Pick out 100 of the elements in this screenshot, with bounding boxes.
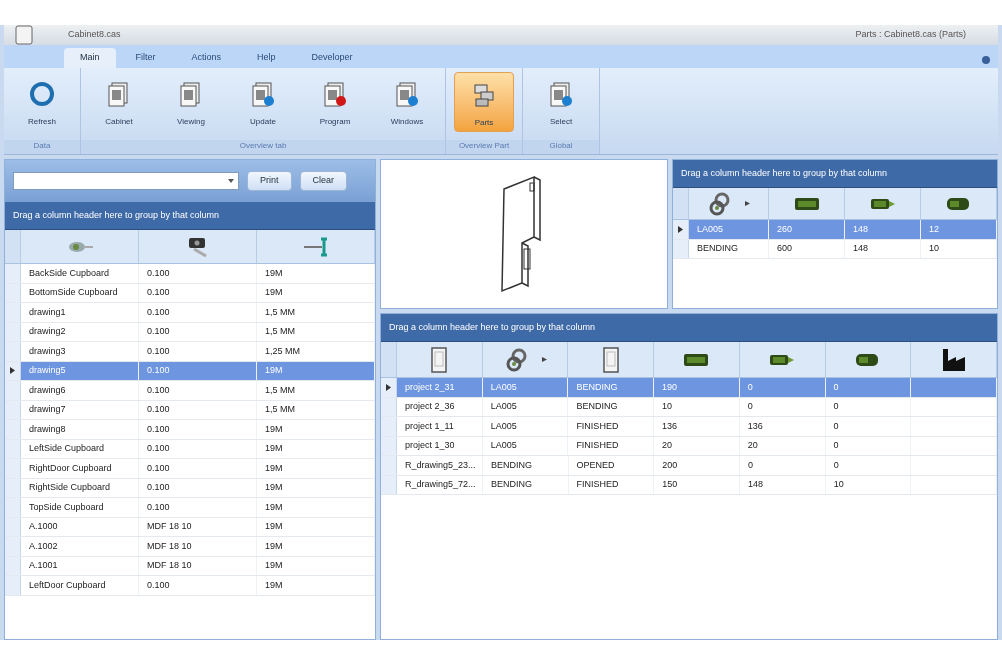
table-cell: R_drawing5_72... xyxy=(396,475,483,494)
table-row[interactable]: A.1000 MDF 18 10 19M xyxy=(5,517,375,537)
group-by-bar: Drag a column header here to group by that column xyxy=(5,202,375,230)
ribbon-button[interactable]: Parts xyxy=(454,72,514,132)
table-cell: 0 xyxy=(825,456,912,475)
help-icon[interactable] xyxy=(982,56,990,64)
ribbon-button[interactable]: Viewing xyxy=(161,72,221,132)
group-by-bar: Drag a column header here to group by that column xyxy=(673,160,997,188)
tag-icon xyxy=(769,352,796,367)
ribbon-tab[interactable]: Filter xyxy=(119,48,172,68)
table-row[interactable]: RightDoor Cupboard 0.100 19M xyxy=(5,459,375,479)
ribbon-button[interactable]: Windows xyxy=(377,72,437,132)
ribbon-group-label: Data xyxy=(4,140,80,154)
table-row[interactable]: R_drawing5_72... BENDING FINISHED 150 148 10 xyxy=(381,475,997,495)
document-icon xyxy=(321,80,349,108)
table-cell: 0 xyxy=(825,378,912,397)
table-cell: BENDING xyxy=(568,378,655,397)
table-cell: 200 xyxy=(654,456,740,475)
table-cell: BENDING xyxy=(568,397,655,416)
app-icon xyxy=(13,25,35,45)
table-cell: 19M xyxy=(257,283,375,302)
table-cell: 0.100 xyxy=(139,264,257,283)
table-row[interactable]: drawing6 0.100 1,5 MM xyxy=(5,381,375,401)
table-cell: 0.100 xyxy=(139,342,257,361)
table-cell: 0 xyxy=(825,397,912,416)
table-row[interactable]: TopSide Cupboard 0.100 19M xyxy=(5,498,375,518)
table-cell: 0.100 xyxy=(139,381,257,400)
dropdown-arrow-icon xyxy=(228,179,234,183)
block-icon xyxy=(683,352,710,367)
table-cell: 0 xyxy=(739,456,826,475)
table-cell: 20 xyxy=(739,436,826,455)
table-row[interactable]: drawing2 0.100 1,5 MM xyxy=(5,322,375,342)
table-row[interactable]: LeftDoor Cupboard 0.100 19M xyxy=(5,576,375,596)
table-row[interactable]: RightSide Cupboard 0.100 19M xyxy=(5,478,375,498)
table-row[interactable]: R_drawing5_23... BENDING OPENED 200 0 0 xyxy=(381,456,997,476)
table-cell: 0.100 xyxy=(139,400,257,419)
table-cell: drawing5 xyxy=(21,361,139,380)
ruler-icon xyxy=(301,236,330,257)
table-row[interactable]: A.1001 MDF 18 10 19M xyxy=(5,556,375,576)
table-cell: 0.100 xyxy=(139,303,257,322)
toolbar-button[interactable]: Clear xyxy=(299,171,348,191)
table-row[interactable]: drawing3 0.100 1,25 MM xyxy=(5,342,375,362)
table-cell: project 2_31 xyxy=(396,378,483,397)
ribbon-button[interactable]: Cabinet xyxy=(89,72,149,132)
table-cell: 19M xyxy=(257,264,375,283)
group-by-bar: Drag a column header here to group by that column xyxy=(381,314,997,342)
ribbon-tab[interactable]: Developer xyxy=(295,48,369,68)
row-header[interactable] xyxy=(673,220,689,239)
table-cell: 12 xyxy=(921,220,997,239)
ribbon-group-label: Overview Part xyxy=(446,140,522,154)
table-row[interactable]: drawing8 0.100 19M xyxy=(5,420,375,440)
table-cell: 150 xyxy=(654,475,740,494)
table-cell: 136 xyxy=(654,417,740,436)
table-cell: 0.100 xyxy=(139,576,257,595)
table-cell: project 2_36 xyxy=(396,397,483,416)
block-icon xyxy=(793,196,820,211)
table-row[interactable]: BottomSide Cupboard 0.100 19M xyxy=(5,283,375,303)
table-cell: LeftSide Cupboard xyxy=(21,439,139,458)
dropdown-arrow-icon xyxy=(745,201,750,206)
refresh-icon xyxy=(28,80,56,108)
table-row[interactable]: A.1002 MDF 18 10 19M xyxy=(5,537,375,557)
row-header[interactable] xyxy=(381,378,397,397)
table-cell: LA005 xyxy=(689,220,769,239)
toolbar-button[interactable]: Print xyxy=(247,171,292,191)
document-icon xyxy=(430,346,449,373)
window-title: Parts : Cabinet8.cas (Parts) xyxy=(855,28,966,42)
ribbon-tab[interactable]: Main xyxy=(64,48,116,68)
table-cell: R_drawing5_23... xyxy=(396,456,483,475)
table-cell: drawing2 xyxy=(21,322,139,341)
table-cell: 19M xyxy=(257,576,375,595)
search-field[interactable] xyxy=(13,172,239,190)
table-row[interactable]: project 2_36 LA005 BENDING 10 0 0 xyxy=(381,397,997,417)
ribbon-button[interactable]: Update xyxy=(233,72,293,132)
ribbon-tab[interactable]: Help xyxy=(241,48,292,68)
ribbon-button[interactable]: Refresh xyxy=(12,72,72,132)
table-cell: 136 xyxy=(739,417,826,436)
table-cell: A.1001 xyxy=(21,556,139,575)
table-row[interactable]: project 1_30 LA005 FINISHED 20 20 0 xyxy=(381,436,997,456)
table-cell: 0 xyxy=(739,378,826,397)
table-cell: 19M xyxy=(257,498,375,517)
document-icon xyxy=(601,346,620,373)
table-cell: 0.100 xyxy=(139,420,257,439)
app-name: Cabinet8.cas xyxy=(68,28,121,42)
table-cell: 10 xyxy=(654,397,740,416)
ribbon-button[interactable]: Select xyxy=(531,72,591,132)
table-row[interactable]: drawing7 0.100 1,5 MM xyxy=(5,400,375,420)
table-cell: A.1002 xyxy=(21,537,139,556)
ribbon-button[interactable]: Program xyxy=(305,72,365,132)
table-cell: drawing6 xyxy=(21,381,139,400)
table-cell: LA005 xyxy=(482,417,569,436)
tag-icon xyxy=(869,196,896,211)
table-row[interactable]: BackSide Cupboard 0.100 19M xyxy=(5,264,375,284)
table-row[interactable]: BENDING 600 148 10 xyxy=(673,239,997,259)
table-row[interactable]: project 1_11 LA005 FINISHED 136 136 0 xyxy=(381,417,997,437)
table-cell: A.1000 xyxy=(21,517,139,536)
table-row[interactable]: drawing1 0.100 1,5 MM xyxy=(5,303,375,323)
table-row[interactable]: LeftSide Cupboard 0.100 19M xyxy=(5,439,375,459)
table-cell: 148 xyxy=(739,475,826,494)
table-cell: 0 xyxy=(825,417,912,436)
ribbon-tab[interactable]: Actions xyxy=(175,48,238,68)
